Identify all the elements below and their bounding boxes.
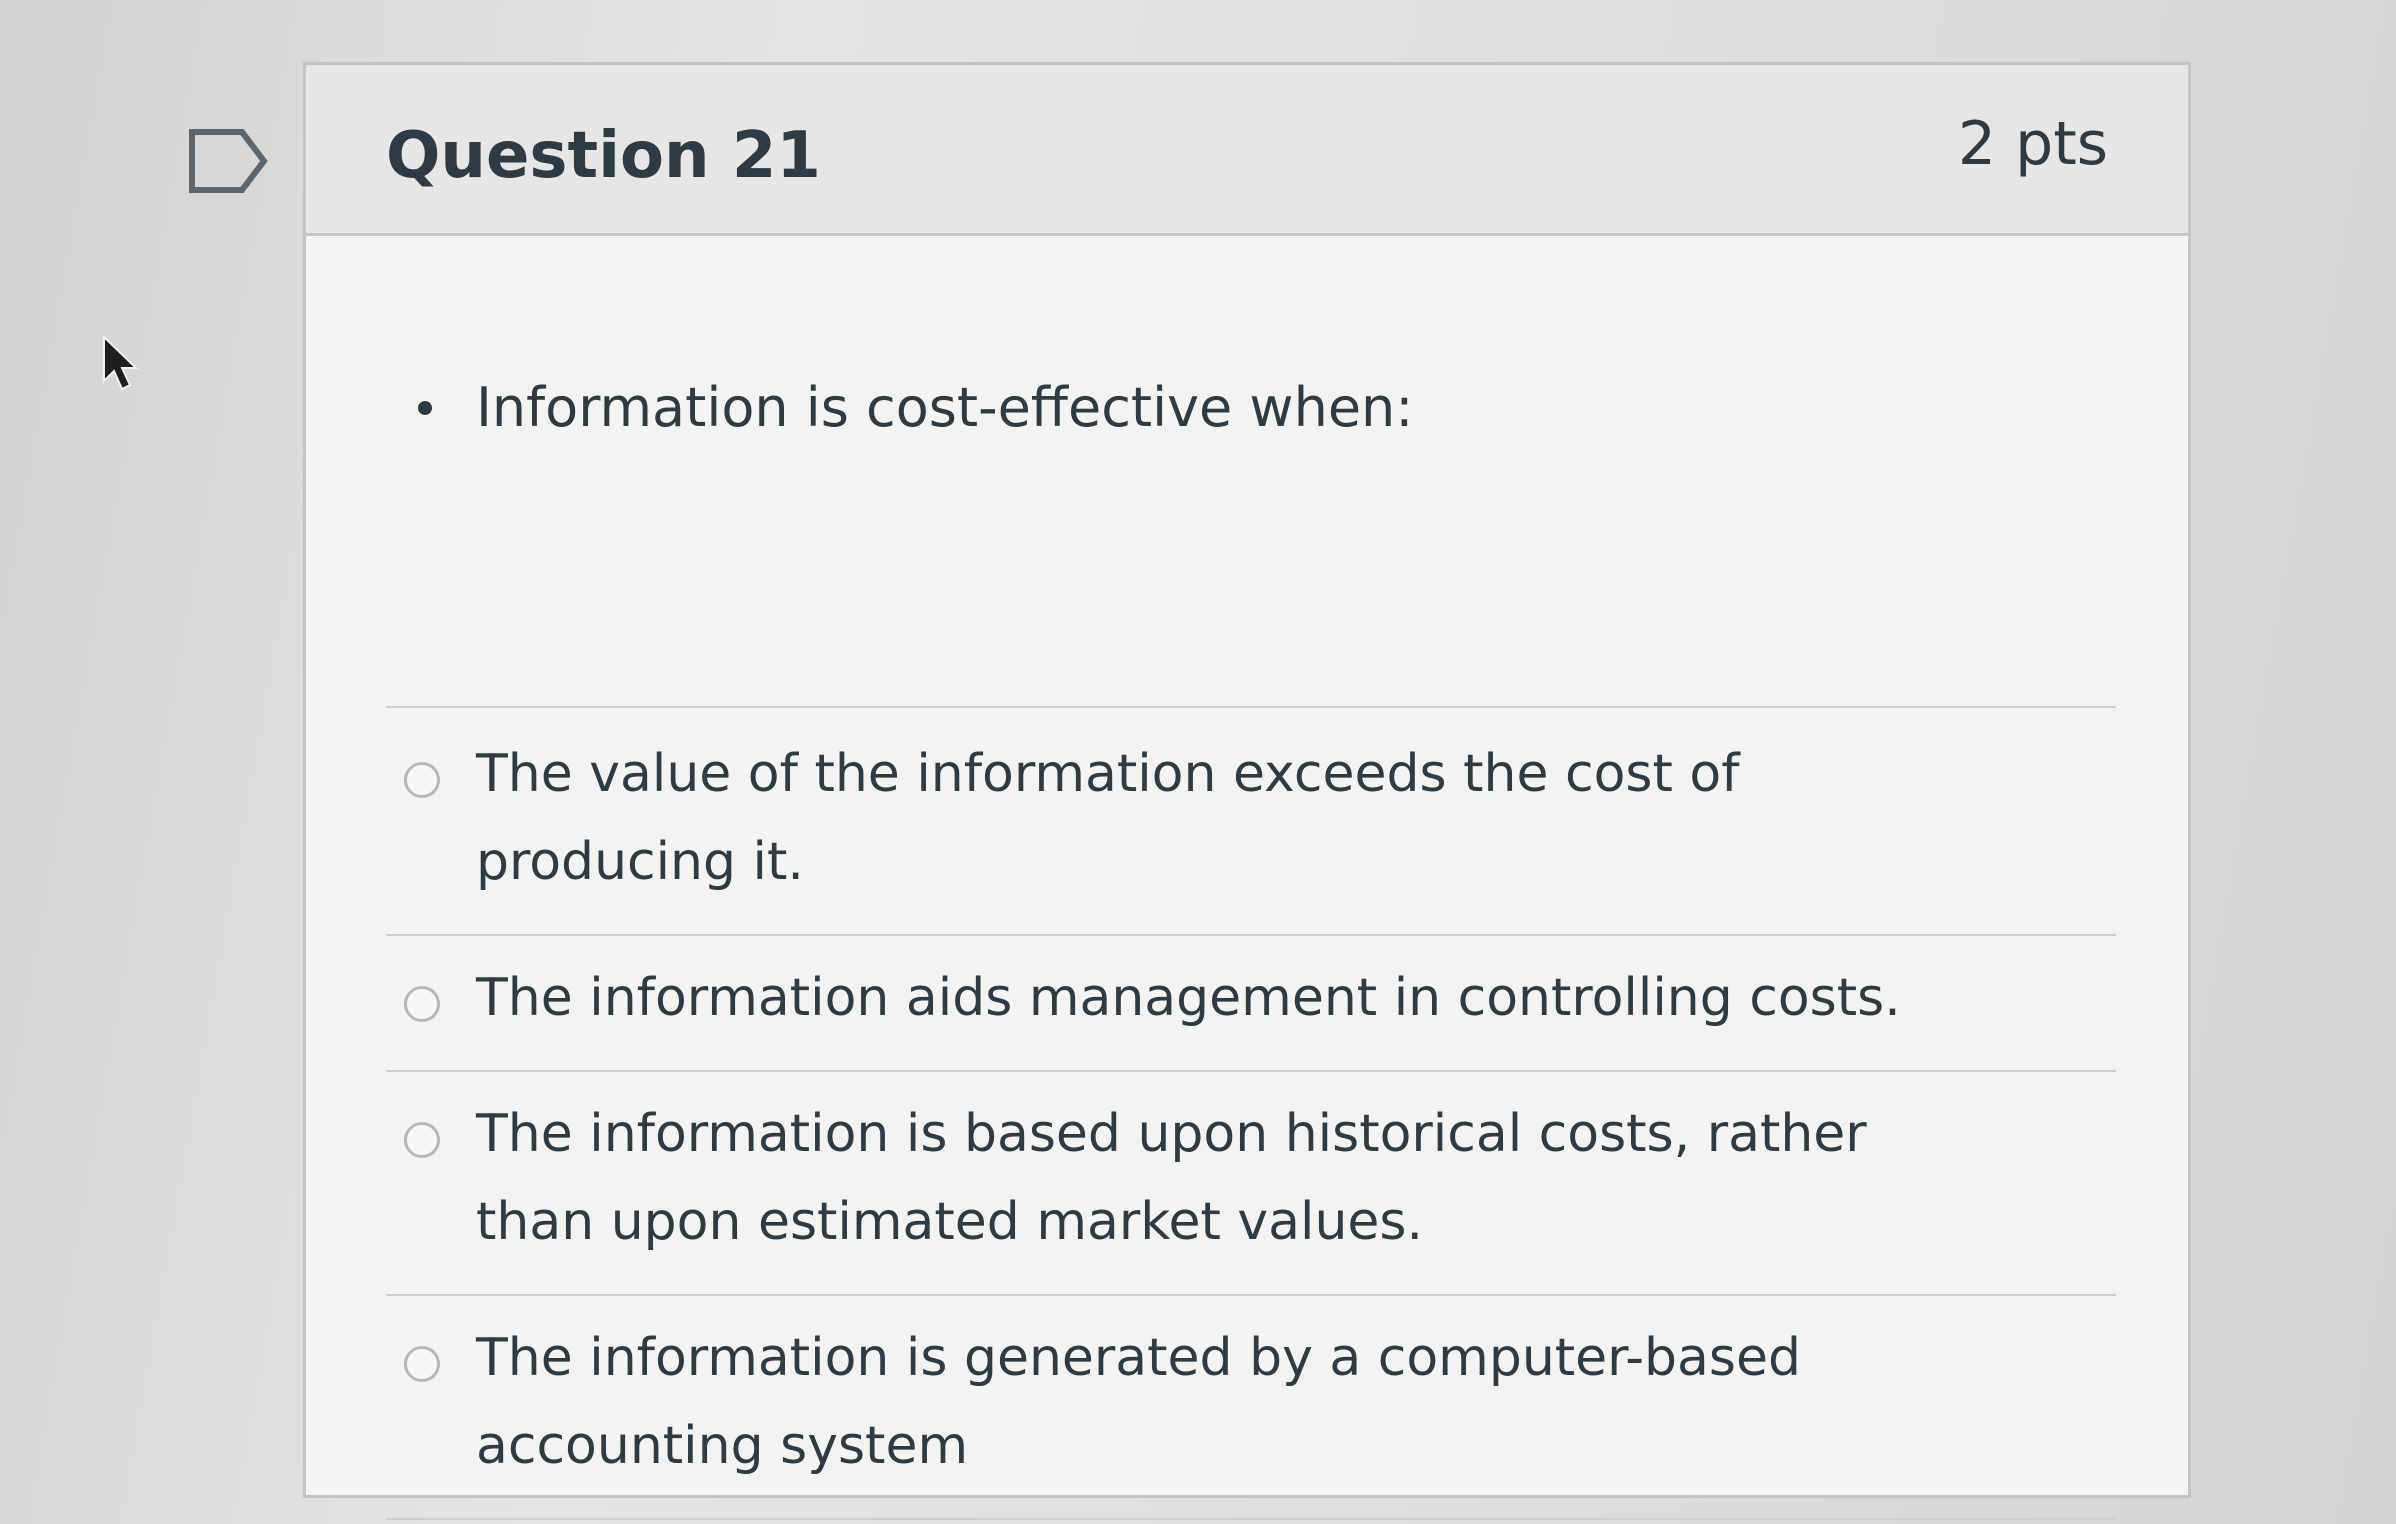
answer-label: The value of the information exceeds the… xyxy=(476,744,1740,892)
bullet-icon xyxy=(418,400,432,415)
radio-button[interactable] xyxy=(404,1122,440,1158)
mouse-pointer-icon xyxy=(103,335,139,391)
answer-option[interactable]: The information is based upon historical… xyxy=(386,1072,2116,1296)
radio-button[interactable] xyxy=(404,986,440,1022)
answer-option[interactable]: The value of the information exceeds the… xyxy=(386,708,2116,936)
question-card: Question 21 2 pts Information is cost-ef… xyxy=(303,62,2191,1520)
radio-button[interactable] xyxy=(404,762,440,798)
answer-option[interactable]: The information aids management in contr… xyxy=(386,936,2116,1072)
flag-question-icon[interactable] xyxy=(188,128,270,194)
answer-list: The value of the information exceeds the… xyxy=(386,706,2116,1520)
answer-label: The information aids management in contr… xyxy=(476,968,1901,1028)
radio-button[interactable] xyxy=(404,1346,440,1382)
prompt-text: Information is cost-effective when: xyxy=(476,376,1414,439)
answer-label: The information is based upon historical… xyxy=(476,1104,1867,1252)
question-prompt: Information is cost-effective when: xyxy=(418,376,1413,439)
question-points: 2 pts xyxy=(1957,109,2108,179)
answer-label: The information is generated by a comput… xyxy=(476,1328,1801,1476)
question-header: Question 21 2 pts xyxy=(306,65,2188,236)
answer-option[interactable]: The information is generated by a comput… xyxy=(386,1296,2116,1520)
question-title: Question 21 xyxy=(386,119,821,193)
